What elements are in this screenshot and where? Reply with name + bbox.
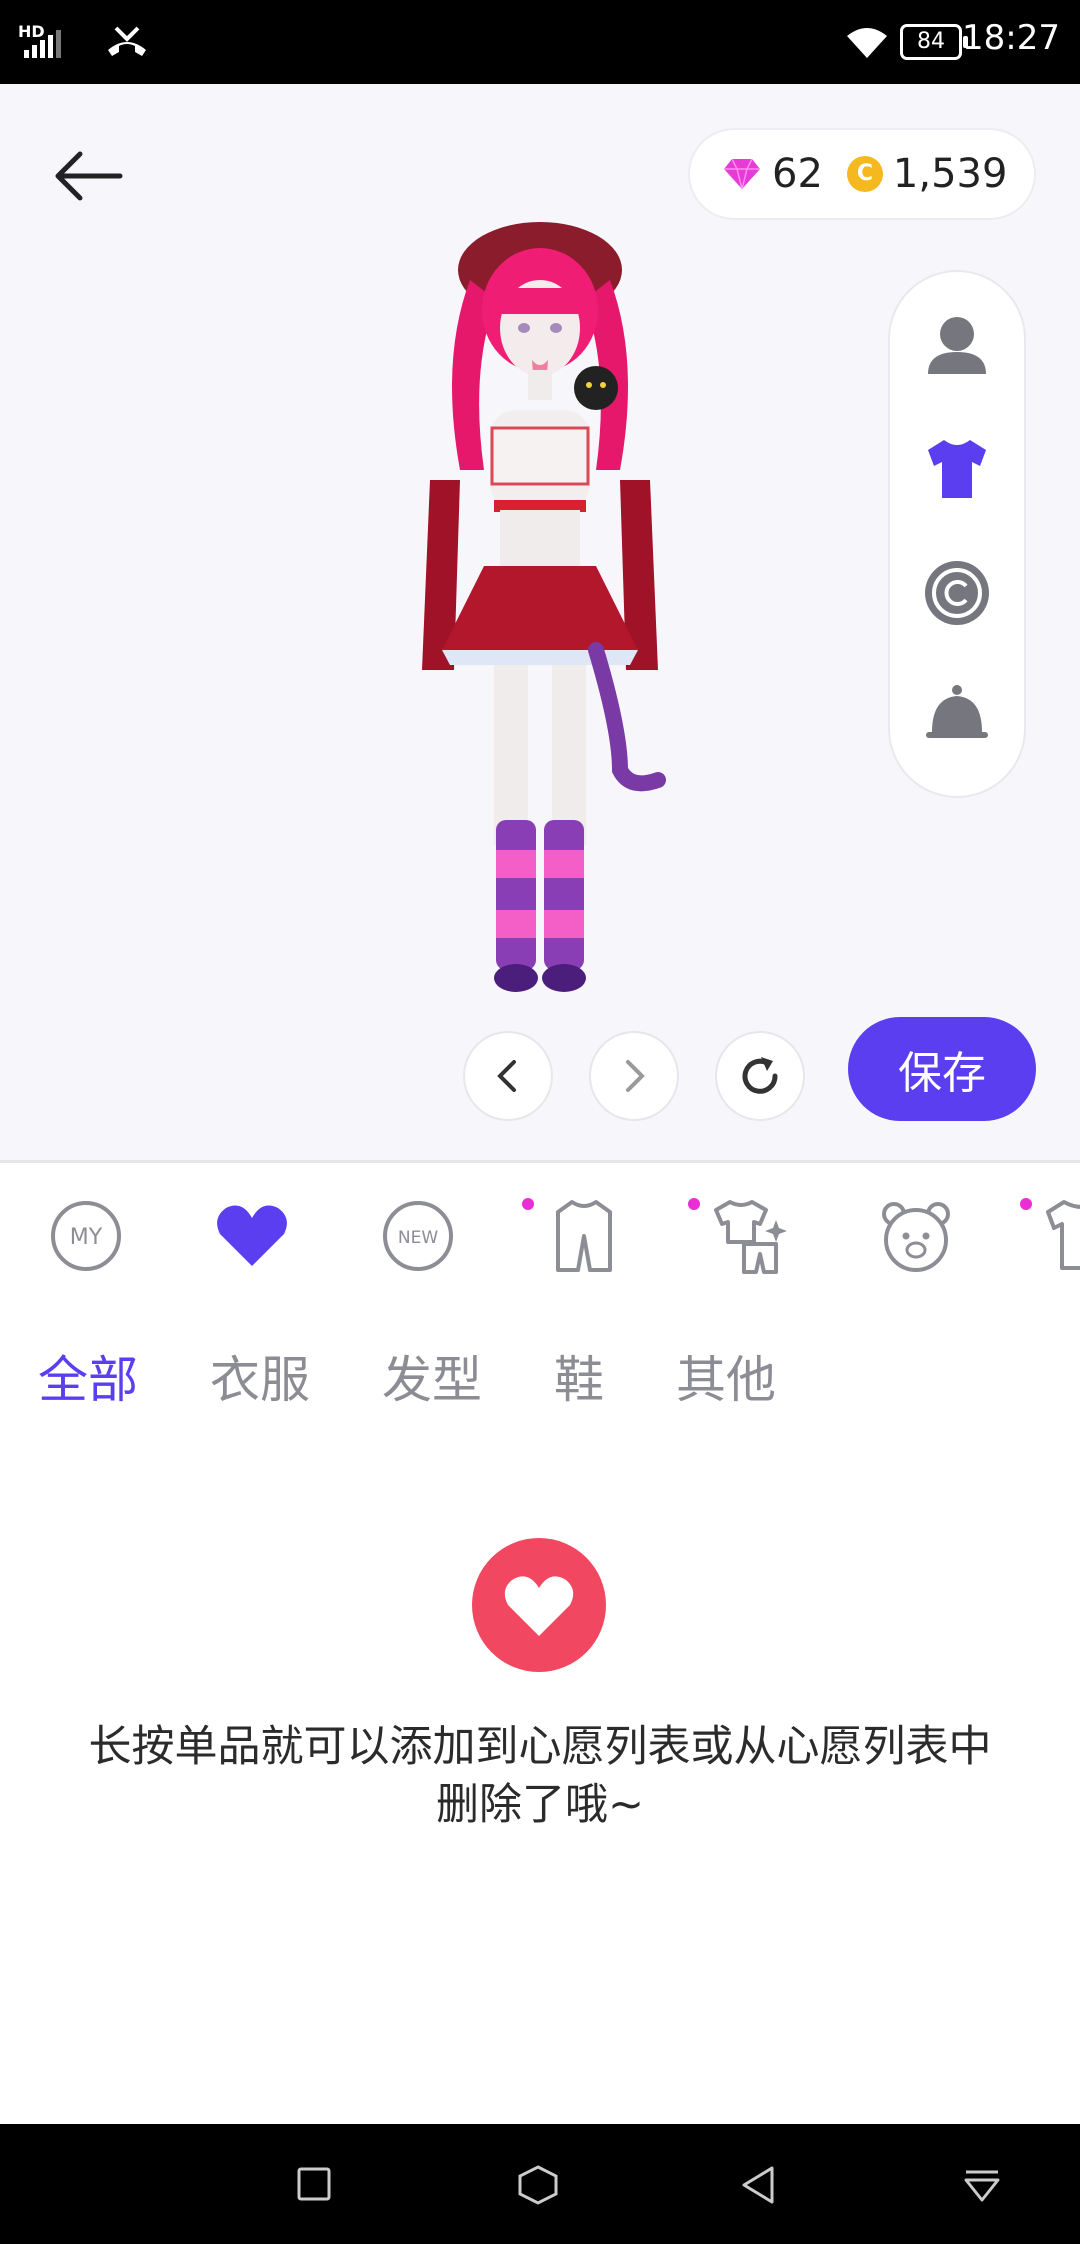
gem-icon bbox=[724, 158, 760, 190]
wishlist-empty-icon bbox=[472, 1538, 606, 1672]
coin-count: 1,539 bbox=[892, 151, 1008, 197]
back-arrow-icon[interactable] bbox=[50, 146, 130, 206]
divider bbox=[0, 1160, 1080, 1163]
undo-button[interactable] bbox=[465, 1033, 551, 1119]
chevron-right-icon bbox=[626, 1060, 645, 1092]
person-icon[interactable] bbox=[922, 312, 992, 382]
system-nav-bar bbox=[0, 2124, 1080, 2244]
new-badge-dot bbox=[1020, 1198, 1032, 1210]
heart-icon bbox=[504, 1576, 574, 1636]
wifi-icon bbox=[847, 28, 887, 58]
redo-button[interactable] bbox=[591, 1033, 677, 1119]
new-badge-dot bbox=[522, 1198, 534, 1210]
my-icon-label: MY bbox=[70, 1225, 103, 1250]
tab-other[interactable]: 其他 bbox=[676, 1340, 776, 1412]
new-icon-label: NEW bbox=[398, 1228, 438, 1248]
wardrobe-side-panel bbox=[890, 272, 1024, 796]
tab-all[interactable]: 全部 bbox=[38, 1340, 138, 1412]
tab-clothes[interactable]: 衣服 bbox=[210, 1340, 310, 1412]
coin-icon: C bbox=[846, 156, 883, 192]
tab-hairstyle[interactable]: 发型 bbox=[382, 1340, 482, 1412]
refresh-icon bbox=[742, 1057, 778, 1094]
avatar-figure bbox=[422, 222, 666, 992]
status-bar: HD 84 18:27 bbox=[0, 0, 1080, 84]
currency-badge[interactable]: 62 C 1,539 bbox=[690, 130, 1034, 218]
gem-count: 62 bbox=[772, 151, 823, 197]
heart-icon[interactable] bbox=[212, 1196, 292, 1276]
new-icon[interactable]: NEW bbox=[378, 1196, 458, 1276]
new-badge-dot bbox=[688, 1198, 700, 1210]
recent-apps-icon[interactable] bbox=[296, 2166, 332, 2202]
tab-shoes[interactable]: 鞋 bbox=[554, 1340, 604, 1412]
copyright-icon[interactable] bbox=[922, 558, 992, 628]
reset-button[interactable] bbox=[717, 1033, 803, 1119]
outfit-icon[interactable] bbox=[544, 1196, 624, 1276]
notification-drawer-icon[interactable] bbox=[962, 2168, 1002, 2204]
bell-icon[interactable] bbox=[922, 682, 992, 752]
tshirt-icon[interactable] bbox=[1042, 1196, 1080, 1276]
my-icon[interactable]: MY bbox=[46, 1196, 126, 1276]
home-icon[interactable] bbox=[516, 2164, 560, 2206]
battery-indicator: 84 bbox=[900, 24, 968, 60]
clock: 18:27 bbox=[962, 18, 1060, 58]
empty-state-message: 长按单品就可以添加到心愿列表或从心愿列表中删除了哦~ bbox=[88, 1722, 992, 1830]
back-icon[interactable] bbox=[738, 2164, 778, 2206]
save-button[interactable]: 保存 bbox=[848, 1017, 1036, 1121]
chevron-left-icon bbox=[497, 1060, 516, 1092]
bear-icon[interactable] bbox=[876, 1196, 956, 1276]
shirt-icon[interactable] bbox=[922, 434, 992, 504]
signal-icon bbox=[24, 30, 61, 58]
call-icon bbox=[108, 26, 146, 56]
outfit-set-icon[interactable] bbox=[710, 1196, 790, 1276]
